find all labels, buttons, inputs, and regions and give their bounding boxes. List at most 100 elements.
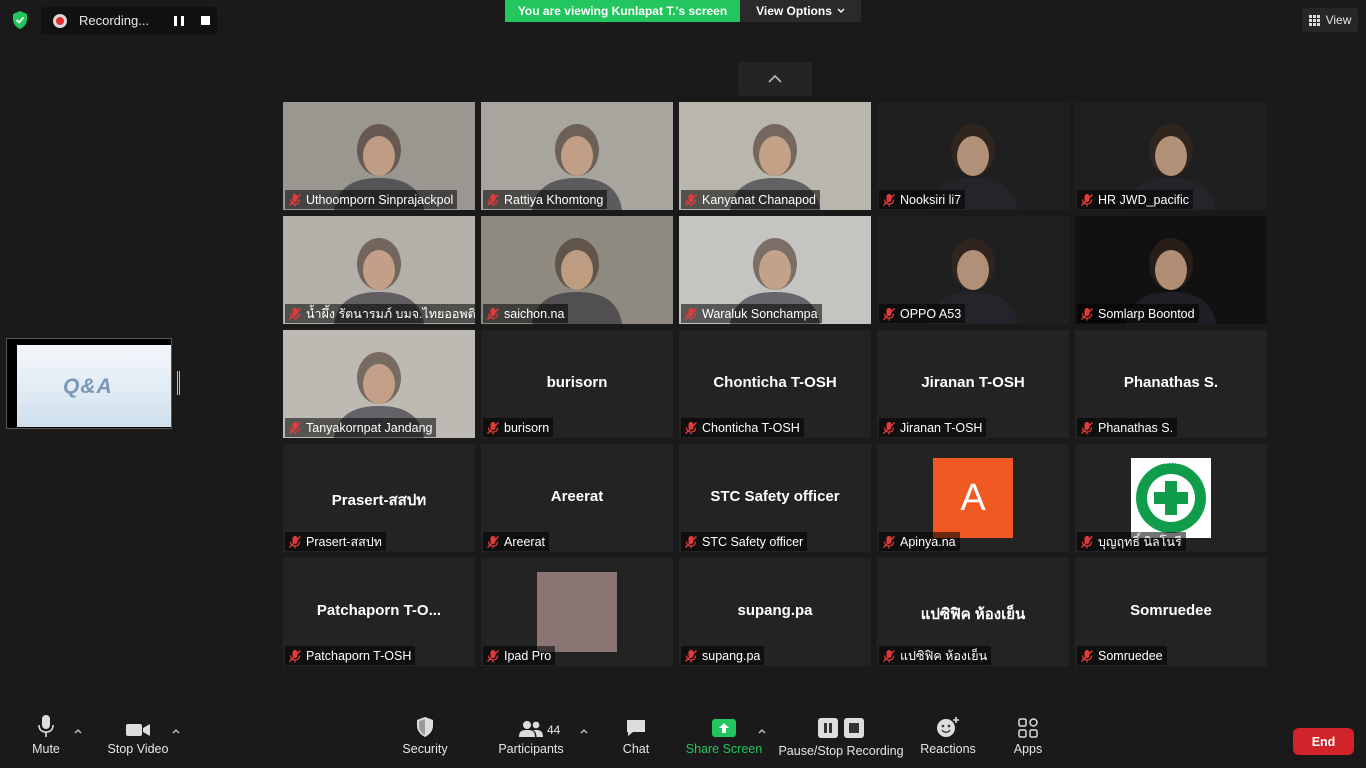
microphone-muted-icon: [487, 421, 499, 434]
participant-tile[interactable]: Areerat Areerat: [481, 444, 673, 552]
share-options-caret-icon[interactable]: [757, 726, 767, 736]
participant-tile[interactable]: Chonticha T-OSH Chonticha T-OSH: [679, 330, 871, 438]
participant-name-label: Tanyakornpat Jandang: [285, 418, 437, 437]
participant-tile[interactable]: Prasert-สสปท Prasert-สสปท: [283, 444, 475, 552]
participants-button[interactable]: Participants: [496, 708, 566, 768]
mute-options-caret-icon[interactable]: [73, 726, 83, 736]
participant-name: Patchaporn T-OSH: [306, 648, 412, 663]
stop-video-label: Stop Video: [107, 742, 169, 756]
pause-stop-recording-button[interactable]: Pause/Stop Recording: [778, 708, 904, 768]
microphone-muted-icon: [883, 649, 895, 662]
shared-screen-thumbnail[interactable]: Q&A: [6, 338, 172, 429]
participant-tile[interactable]: HR JWD_pacific: [1075, 102, 1267, 210]
participant-tile[interactable]: supang.pa supang.pa: [679, 558, 871, 666]
participant-name-label: Somlarp Boontod: [1077, 304, 1199, 323]
participant-name-label: Chonticha T-OSH: [681, 418, 804, 437]
participant-tile[interactable]: A Apinya.na: [877, 444, 1069, 552]
participant-display-name: supang.pa: [737, 602, 813, 619]
participant-tile[interactable]: น้ำผึ้ง รัตนารมภ์ บมจ.ไทยออพติ...: [283, 216, 475, 324]
participant-tile[interactable]: Waraluk Sonchampa: [679, 216, 871, 324]
pause-recording-icon[interactable]: [174, 16, 184, 26]
chevron-up-icon: [768, 74, 782, 83]
stop-video-button[interactable]: Stop Video: [104, 708, 172, 768]
participant-avatar: [537, 572, 617, 652]
participants-options-caret-icon[interactable]: [579, 726, 589, 736]
view-button[interactable]: View: [1302, 8, 1358, 32]
microphone-muted-icon: [289, 193, 301, 206]
participant-tile[interactable]: Phanathas S. Phanathas S.: [1075, 330, 1267, 438]
chevron-down-icon: [837, 8, 845, 13]
participant-tile[interactable]: OPPO A53: [877, 216, 1069, 324]
pause-icon: [818, 718, 838, 738]
microphone-muted-icon: [487, 649, 499, 662]
microphone-muted-icon: [1081, 649, 1093, 662]
participant-name-label: Uthoomporn Sinprajackpol: [285, 190, 458, 209]
viewing-screen-banner: You are viewing Kunlapat T.'s screen: [505, 0, 740, 22]
participant-tile[interactable]: STC Safety officer STC Safety officer: [679, 444, 871, 552]
share-screen-button[interactable]: Share Screen: [686, 708, 762, 768]
microphone-muted-icon: [685, 421, 697, 434]
participant-display-name: STC Safety officer: [710, 488, 840, 505]
shared-screen-title: Q&A: [63, 375, 113, 398]
participant-tile[interactable]: burisorn burisorn: [481, 330, 673, 438]
participant-tile[interactable]: Rattiya Khomtong: [481, 102, 673, 210]
participants-label: Participants: [498, 742, 564, 756]
participant-name: Kanyanat Chanapod: [702, 192, 816, 207]
microphone-muted-icon: [1081, 421, 1093, 434]
stop-icon: [844, 718, 864, 738]
reactions-label: Reactions: [920, 742, 976, 756]
participant-tile[interactable]: Somlarp Boontod: [1075, 216, 1267, 324]
participant-name: Waraluk Sonchampa: [702, 306, 818, 321]
chat-button[interactable]: Chat: [616, 708, 656, 768]
participant-tile[interactable]: Tanyakornpat Jandang: [283, 330, 475, 438]
participant-tile[interactable]: Somruedee Somruedee: [1075, 558, 1267, 666]
participant-display-name: แปซิฟิค ห้องเย็น: [920, 606, 1026, 623]
microphone-muted-icon: [883, 193, 895, 206]
participant-tile[interactable]: Kanyanat Chanapod: [679, 102, 871, 210]
recording-indicator: Recording...: [41, 7, 217, 34]
meeting-toolbar: Mute Stop Video Security Participants 44…: [0, 708, 1366, 768]
end-meeting-button[interactable]: End: [1293, 728, 1354, 755]
participant-tile[interactable]: saichon.na: [481, 216, 673, 324]
shield-check-icon[interactable]: [10, 10, 30, 30]
microphone-muted-icon: [883, 421, 895, 434]
mute-button[interactable]: Mute: [22, 708, 70, 768]
view-options-button[interactable]: View Options: [740, 0, 861, 22]
participant-name-label: Ipad Pro: [483, 646, 556, 665]
participant-tile[interactable]: แปซิฟิค ห้องเย็น แปซิฟิค ห้องเย็น: [877, 558, 1069, 666]
participant-tile[interactable]: Nooksiri li7: [877, 102, 1069, 210]
participant-tile[interactable]: SAFETY FIRST บุญฤทธิ์ นิลโนรี: [1075, 444, 1267, 552]
microphone-muted-icon: [685, 193, 697, 206]
participant-display-name: Patchaporn T-O...: [316, 602, 442, 619]
security-button[interactable]: Security: [398, 708, 452, 768]
participant-tile[interactable]: Jiranan T-OSH Jiranan T-OSH: [877, 330, 1069, 438]
participant-tile[interactable]: Ipad Pro: [481, 558, 673, 666]
participant-display-name: Chonticha T-OSH: [713, 374, 837, 391]
participant-name: Prasert-สสปท: [306, 534, 382, 549]
participant-tile[interactable]: Patchaporn T-O... Patchaporn T-OSH: [283, 558, 475, 666]
smiley-plus-icon: [937, 717, 959, 737]
participant-name-label: บุญฤทธิ์ นิลโนรี: [1077, 532, 1186, 551]
security-label: Security: [402, 742, 448, 756]
resize-handle[interactable]: [177, 371, 180, 395]
microphone-muted-icon: [1081, 307, 1093, 320]
stop-recording-icon[interactable]: [201, 16, 210, 25]
collapse-gallery-button[interactable]: [738, 62, 812, 96]
microphone-muted-icon: [289, 421, 301, 434]
shared-screen-content: Q&A: [17, 345, 171, 427]
chat-bubble-icon: [627, 720, 645, 736]
share-screen-label: Share Screen: [685, 742, 763, 756]
participant-name: Nooksiri li7: [900, 192, 962, 207]
participant-name-label: saichon.na: [483, 304, 569, 323]
apps-button[interactable]: Apps: [1008, 708, 1048, 768]
microphone-muted-icon: [685, 307, 697, 320]
participant-name-label: น้ำผึ้ง รัตนารมภ์ บมจ.ไทยออพติ...: [285, 304, 475, 323]
reactions-button[interactable]: Reactions: [918, 708, 978, 768]
participant-name-label: Waraluk Sonchampa: [681, 304, 822, 323]
participant-tile[interactable]: Uthoomporn Sinprajackpol: [283, 102, 475, 210]
participant-name: Phanathas S.: [1098, 420, 1174, 435]
participant-name-label: Patchaporn T-OSH: [285, 646, 416, 665]
share-screen-arrow-icon: [712, 719, 736, 737]
video-options-caret-icon[interactable]: [171, 726, 181, 736]
microphone-icon: [38, 715, 54, 737]
